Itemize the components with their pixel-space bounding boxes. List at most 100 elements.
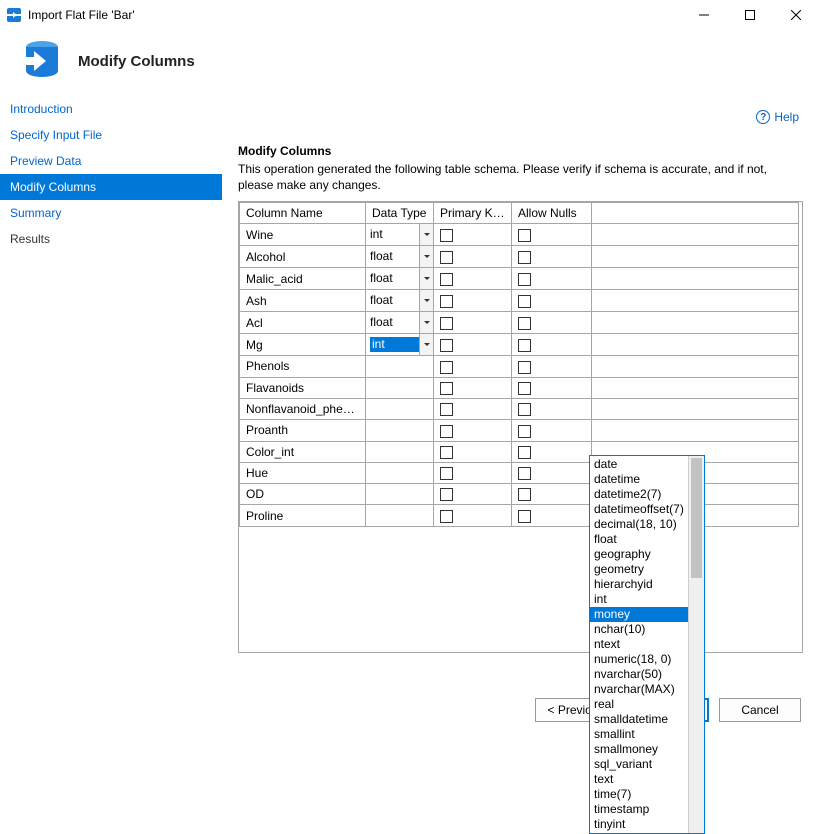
cell-column-name[interactable]: Acl: [240, 312, 366, 334]
cell-primary-key[interactable]: [434, 290, 512, 312]
datatype-value[interactable]: float: [370, 315, 419, 330]
checkbox[interactable]: [518, 403, 531, 416]
checkbox[interactable]: [440, 229, 453, 242]
header-data-type[interactable]: Data Type: [366, 203, 434, 224]
dropdown-scrollbar[interactable]: [688, 456, 704, 833]
cell-primary-key[interactable]: [434, 356, 512, 377]
cell-column-name[interactable]: Color_int: [240, 441, 366, 462]
checkbox[interactable]: [440, 446, 453, 459]
checkbox[interactable]: [440, 273, 453, 286]
checkbox[interactable]: [440, 403, 453, 416]
datatype-value[interactable]: int: [370, 337, 419, 352]
checkbox[interactable]: [440, 339, 453, 352]
cell-allow-nulls[interactable]: [512, 312, 592, 334]
checkbox[interactable]: [518, 361, 531, 374]
datatype-option[interactable]: money: [590, 607, 688, 622]
cell-allow-nulls[interactable]: [512, 224, 592, 246]
datatype-option[interactable]: geometry: [590, 562, 688, 577]
sidebar-item-introduction[interactable]: Introduction: [0, 96, 222, 122]
cell-column-name[interactable]: Phenols: [240, 356, 366, 377]
cell-data-type[interactable]: int: [366, 224, 434, 246]
checkbox[interactable]: [518, 273, 531, 286]
checkbox[interactable]: [440, 425, 453, 438]
cell-allow-nulls[interactable]: [512, 462, 592, 483]
chevron-down-icon[interactable]: [419, 246, 433, 267]
cell-column-name[interactable]: Flavanoids: [240, 377, 366, 398]
cell-column-name[interactable]: Mg: [240, 334, 366, 356]
cell-primary-key[interactable]: [434, 246, 512, 268]
datatype-dropdown[interactable]: datedatetimedatetime2(7)datetimeoffset(7…: [589, 455, 705, 834]
datatype-option[interactable]: nvarchar(50): [590, 667, 688, 682]
cell-primary-key[interactable]: [434, 377, 512, 398]
checkbox[interactable]: [518, 229, 531, 242]
minimize-button[interactable]: [681, 0, 727, 30]
cell-column-name[interactable]: Malic_acid: [240, 268, 366, 290]
checkbox[interactable]: [440, 317, 453, 330]
checkbox[interactable]: [440, 361, 453, 374]
checkbox[interactable]: [440, 251, 453, 264]
datatype-option[interactable]: time(7): [590, 787, 688, 802]
checkbox[interactable]: [518, 295, 531, 308]
datatype-option[interactable]: nchar(10): [590, 622, 688, 637]
chevron-down-icon[interactable]: [419, 312, 433, 333]
checkbox[interactable]: [518, 339, 531, 352]
cell-column-name[interactable]: OD: [240, 484, 366, 505]
datatype-value[interactable]: float: [370, 293, 419, 308]
checkbox[interactable]: [440, 467, 453, 480]
cell-allow-nulls[interactable]: [512, 484, 592, 505]
cell-primary-key[interactable]: [434, 505, 512, 526]
cell-primary-key[interactable]: [434, 441, 512, 462]
datatype-option[interactable]: datetime2(7): [590, 487, 688, 502]
datatype-option[interactable]: decimal(18, 10): [590, 517, 688, 532]
cell-allow-nulls[interactable]: [512, 268, 592, 290]
datatype-value[interactable]: float: [370, 249, 419, 264]
cell-allow-nulls[interactable]: [512, 505, 592, 526]
datatype-option[interactable]: datetime: [590, 472, 688, 487]
sidebar-item-modify-columns[interactable]: Modify Columns: [0, 174, 222, 200]
datatype-option[interactable]: smallint: [590, 727, 688, 742]
chevron-down-icon[interactable]: [419, 334, 433, 355]
checkbox[interactable]: [518, 488, 531, 501]
datatype-option[interactable]: date: [590, 457, 688, 472]
maximize-button[interactable]: [727, 0, 773, 30]
cell-primary-key[interactable]: [434, 484, 512, 505]
scrollbar-thumb[interactable]: [691, 458, 702, 578]
cell-column-name[interactable]: Proline: [240, 505, 366, 526]
cell-allow-nulls[interactable]: [512, 398, 592, 419]
cell-column-name[interactable]: Nonflavanoid_phenols: [240, 398, 366, 419]
checkbox[interactable]: [518, 425, 531, 438]
cell-data-type[interactable]: float: [366, 312, 434, 334]
checkbox[interactable]: [518, 382, 531, 395]
datatype-option[interactable]: int: [590, 592, 688, 607]
cell-column-name[interactable]: Wine: [240, 224, 366, 246]
chevron-down-icon[interactable]: [419, 268, 433, 289]
sidebar-item-preview-data[interactable]: Preview Data: [0, 148, 222, 174]
cancel-button[interactable]: Cancel: [719, 698, 801, 722]
datatype-option[interactable]: geography: [590, 547, 688, 562]
chevron-down-icon[interactable]: [419, 290, 433, 311]
sidebar-item-summary[interactable]: Summary: [0, 200, 222, 226]
cell-allow-nulls[interactable]: [512, 441, 592, 462]
cell-allow-nulls[interactable]: [512, 377, 592, 398]
cell-allow-nulls[interactable]: [512, 334, 592, 356]
cell-column-name[interactable]: Ash: [240, 290, 366, 312]
checkbox[interactable]: [440, 510, 453, 523]
cell-data-type[interactable]: float: [366, 246, 434, 268]
datatype-option[interactable]: datetimeoffset(7): [590, 502, 688, 517]
checkbox[interactable]: [440, 488, 453, 501]
datatype-option[interactable]: nvarchar(MAX): [590, 682, 688, 697]
cell-primary-key[interactable]: [434, 334, 512, 356]
datatype-option[interactable]: float: [590, 532, 688, 547]
datatype-option[interactable]: text: [590, 772, 688, 787]
cell-data-type[interactable]: float: [366, 268, 434, 290]
checkbox[interactable]: [440, 382, 453, 395]
help-link[interactable]: ? Help: [756, 110, 799, 124]
checkbox[interactable]: [518, 467, 531, 480]
cell-data-type[interactable]: float: [366, 290, 434, 312]
datatype-option[interactable]: timestamp: [590, 802, 688, 817]
datatype-option[interactable]: smallmoney: [590, 742, 688, 757]
cell-data-type[interactable]: int: [366, 334, 434, 356]
cell-primary-key[interactable]: [434, 268, 512, 290]
datatype-option[interactable]: real: [590, 697, 688, 712]
header-column-name[interactable]: Column Name: [240, 203, 366, 224]
